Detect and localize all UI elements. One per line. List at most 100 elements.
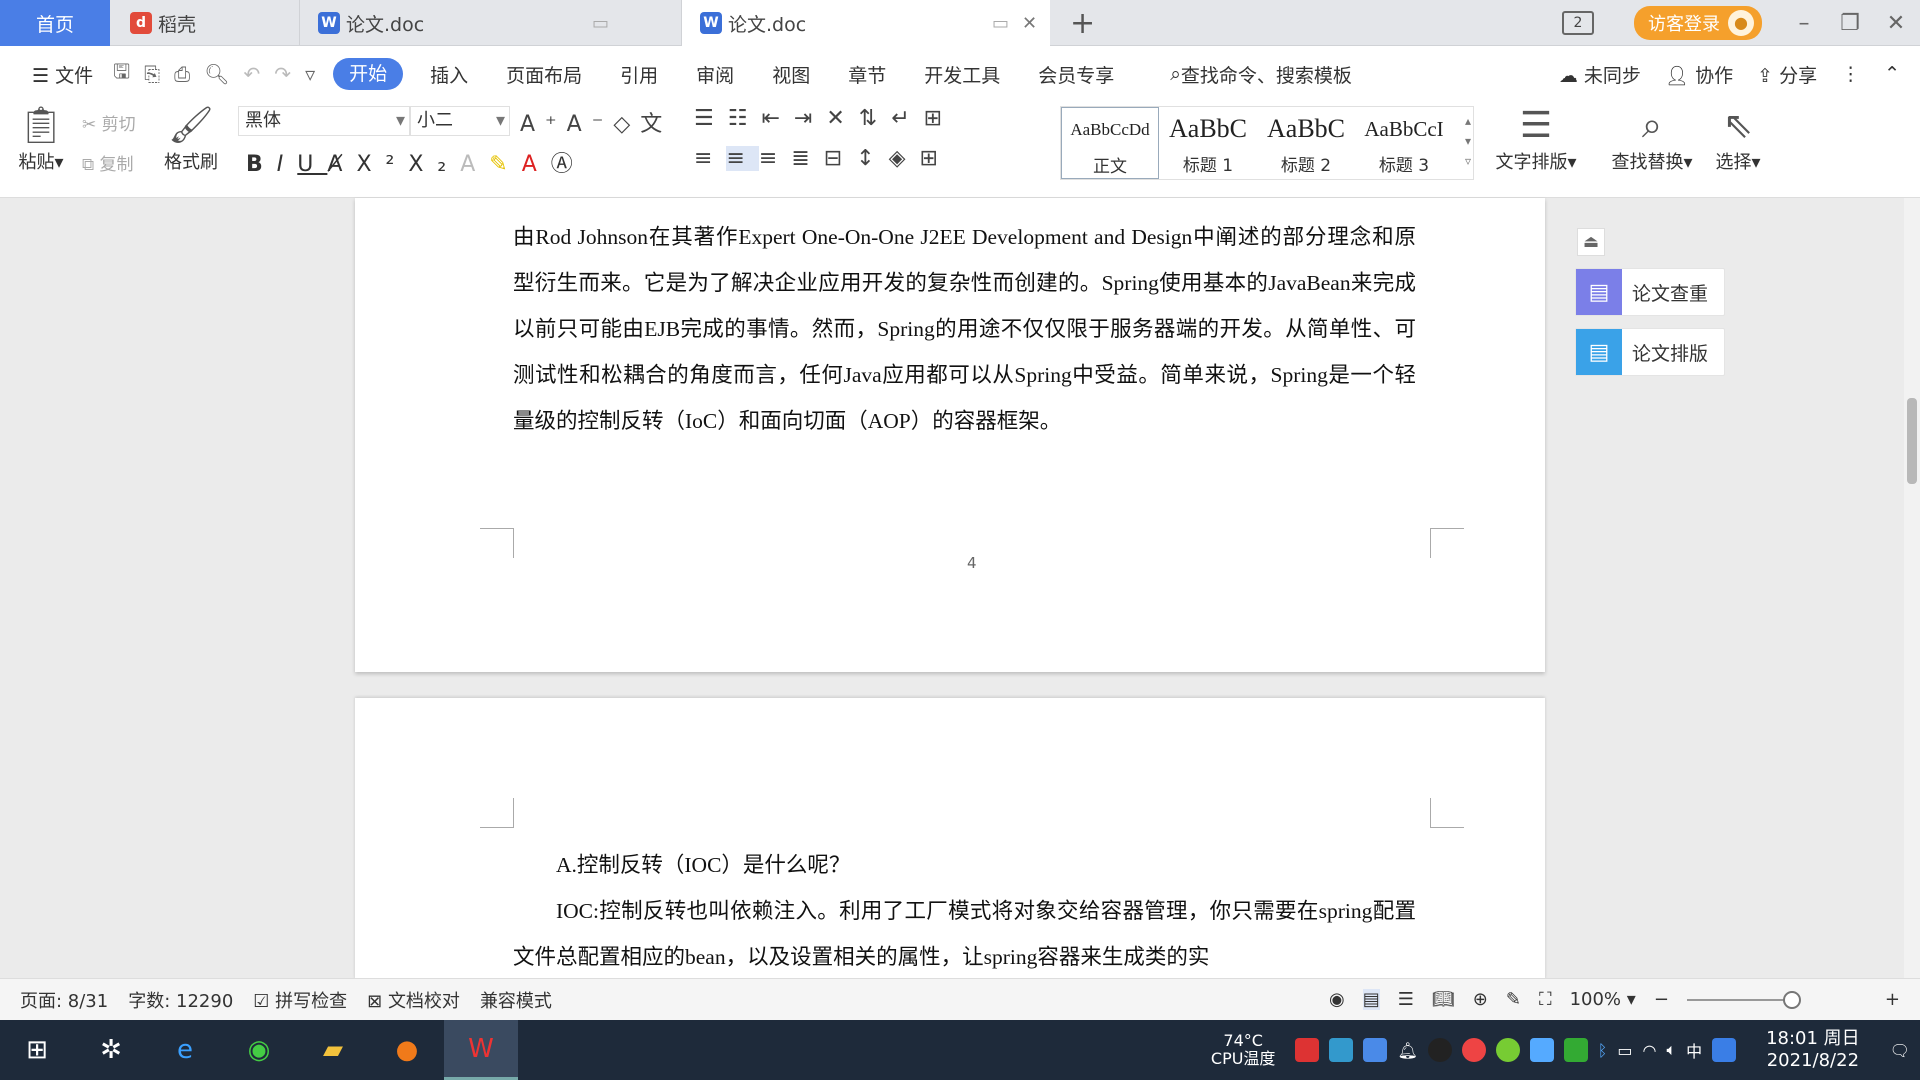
format-painter-button[interactable]: 🖌︎ 格式刷 <box>160 104 222 174</box>
windows-start-icon[interactable]: ⊞ <box>0 1020 74 1080</box>
ime-indicator[interactable]: 中 <box>1686 1038 1702 1062</box>
paper-layout-button[interactable]: ▤ 论文排版 <box>1575 328 1725 376</box>
ribbon-tab-start[interactable]: 开始 <box>333 58 404 90</box>
line-spacing-icon[interactable]: ↕ <box>856 146 888 171</box>
shading-icon[interactable]: ◈ <box>889 146 920 171</box>
ie-browser-icon[interactable]: e <box>148 1020 222 1080</box>
strikethrough-icon[interactable]: Ⱥ <box>327 152 356 177</box>
tab-document-2[interactable]: W 论文.doc ▭ ✕ <box>682 0 1050 46</box>
redo-icon[interactable]: ↷ <box>274 62 291 86</box>
file-explorer-icon[interactable]: ▰ <box>296 1020 370 1080</box>
tab-document-1[interactable]: W 论文.doc ▭ <box>300 0 682 46</box>
copy-button[interactable]: ⧉ 复制 <box>82 150 134 175</box>
close-window-button[interactable]: ✕ <box>1874 11 1918 36</box>
distribute-icon[interactable]: ⊟ <box>824 146 856 171</box>
collapse-ribbon-icon[interactable]: ⌃ <box>1884 63 1900 85</box>
tab-daoke[interactable]: d 稻壳 <box>110 0 300 46</box>
ribbon-tab-member[interactable]: 会员专享 <box>1019 61 1133 88</box>
zoom-in-icon[interactable]: + <box>1885 989 1900 1010</box>
show-marks-icon[interactable]: ↵ <box>891 106 923 131</box>
font-color-icon[interactable]: A <box>522 152 551 177</box>
ribbon-tab-developer[interactable]: 开发工具 <box>905 61 1019 88</box>
collab-button[interactable]: 👤︎ 协作 <box>1665 61 1733 88</box>
panel-collapse-icon[interactable]: ⏏ <box>1577 228 1605 256</box>
numbered-list-icon[interactable]: ☷ <box>728 106 762 131</box>
orange-app-icon[interactable]: ● <box>370 1020 444 1080</box>
sort-icon[interactable]: ⇅ <box>859 106 891 131</box>
bold-icon[interactable]: B <box>246 152 277 177</box>
share-button[interactable]: ⇪ 分享 <box>1757 61 1817 88</box>
ribbon-tab-references[interactable]: 引用 <box>601 61 677 88</box>
fit-page-icon[interactable]: ⛶ <box>1539 989 1552 1010</box>
nvidia-icon[interactable] <box>1563 1038 1588 1062</box>
increase-indent-icon[interactable]: ⇥ <box>794 106 826 131</box>
document-page-4[interactable]: 由Rod Johnson在其著作Expert One-On-One J2EE D… <box>355 198 1545 672</box>
underline-icon[interactable]: U <box>297 152 327 177</box>
justify-icon[interactable]: ≣ <box>791 146 823 171</box>
style-normal[interactable]: AaBbCcDd 正文 <box>1061 107 1159 179</box>
style-scroll-icon[interactable]: ▴ ▾ ▿ <box>1465 111 1471 171</box>
fan-app-icon[interactable]: ✲ <box>74 1020 148 1080</box>
align-right-icon[interactable]: ≡ <box>759 146 791 171</box>
subscript-icon[interactable]: X₂ <box>408 152 460 177</box>
qq-icon[interactable] <box>1427 1038 1452 1062</box>
new-tab-button[interactable]: + <box>1070 6 1095 41</box>
chinese-layout-icon[interactable]: ✕ <box>826 106 858 131</box>
ribbon-tab-review[interactable]: 审阅 <box>677 61 753 88</box>
text-effect-icon[interactable]: A <box>460 152 489 177</box>
body-paragraph[interactable]: IOC:控制反转也叫依赖注入。利用了工厂模式将对象交给容器管理，你只需要在spr… <box>513 888 1416 980</box>
font-size-select[interactable]: 小二 ▾ <box>410 106 510 136</box>
style-heading-2[interactable]: AaBbC 标题 2 <box>1257 107 1355 179</box>
ime-app-icon[interactable] <box>1712 1038 1737 1062</box>
style-heading-3[interactable]: AaBbCcI 标题 3 <box>1355 107 1453 179</box>
cut-button[interactable]: ✂ 剪切 <box>82 110 136 135</box>
green-browser-icon[interactable]: ◉ <box>222 1020 296 1080</box>
minimize-button[interactable]: – <box>1782 11 1826 36</box>
ribbon-tab-insert[interactable]: 插入 <box>411 61 487 88</box>
zoom-slider[interactable] <box>1686 990 1801 1009</box>
ribbon-tab-page-layout[interactable]: 页面布局 <box>487 61 601 88</box>
file-menu[interactable]: ☰ 文件 <box>22 61 103 88</box>
tab-home[interactable]: 首页 <box>0 0 110 46</box>
word-count[interactable]: 字数: 12290 <box>128 987 233 1013</box>
paste-button[interactable]: 📋︎ 粘贴▾ <box>16 104 66 174</box>
notification-icon[interactable]: 🗨︎ <box>1890 1041 1910 1060</box>
page-view-icon[interactable]: ▤ <box>1362 989 1380 1010</box>
ribbon-tab-view[interactable]: 视图 <box>753 61 829 88</box>
document-page-5[interactable]: A.控制反转（IOC）是什么呢？ IOC:控制反转也叫依赖注入。利用了工厂模式将… <box>355 698 1545 980</box>
tray-app-icon[interactable] <box>1295 1038 1320 1062</box>
select-button[interactable]: ⇖ 选择▾ <box>1710 104 1766 174</box>
save-icon[interactable]: 🖫 <box>113 57 130 91</box>
restore-button[interactable]: ❐ <box>1828 11 1872 36</box>
battery-icon[interactable]: ▭ <box>1617 1041 1632 1060</box>
zoom-level[interactable]: 100% ▾ <box>1570 989 1636 1010</box>
pen-icon[interactable]: ✎ <box>1506 989 1521 1010</box>
align-left-icon[interactable]: ≡ <box>694 146 726 171</box>
phonetic-icon[interactable]: 文 <box>640 112 672 137</box>
proofread-button[interactable]: ⊠ 文档校对 <box>367 987 460 1013</box>
clock[interactable]: 18:01 周日 2021/8/22 <box>1766 1028 1860 1072</box>
cpu-temp-widget[interactable]: 74°C CPU温度 <box>1211 1032 1276 1068</box>
command-search[interactable]: ⌕ 查找命令、搜索模板 <box>1151 61 1371 88</box>
tab-stop-icon[interactable]: ⊞ <box>924 106 956 131</box>
style-heading-1[interactable]: AaBbC 标题 1 <box>1159 107 1257 179</box>
font-family-select[interactable]: 黑体 ▾ <box>238 106 410 136</box>
web-view-icon[interactable]: ⊕ <box>1473 989 1488 1010</box>
wps-taskbar-icon[interactable]: W <box>444 1020 518 1080</box>
char-border-icon[interactable]: Ⓐ <box>551 152 587 177</box>
vertical-scrollbar[interactable] <box>1904 198 1920 978</box>
shrink-font-icon[interactable]: A⁻ <box>567 112 614 137</box>
text-layout-button[interactable]: ☰ 文字排版▾ <box>1494 104 1578 174</box>
wifi-icon[interactable]: ◠ <box>1642 1041 1656 1060</box>
zoom-slider-knob[interactable] <box>1782 990 1801 1009</box>
decrease-indent-icon[interactable]: ⇤ <box>761 106 793 131</box>
tray-app-icon[interactable] <box>1529 1038 1554 1062</box>
body-paragraph[interactable]: 由Rod Johnson在其著作Expert One-On-One J2EE D… <box>513 214 1416 444</box>
page-indicator[interactable]: 页面: 8/31 <box>20 987 108 1013</box>
print-icon[interactable]: ⎙ <box>174 62 190 86</box>
clear-format-icon[interactable]: ◇ <box>613 112 640 137</box>
bell-icon[interactable]: 🔔︎ <box>1397 1041 1417 1060</box>
zoom-out-icon[interactable]: − <box>1654 989 1669 1010</box>
tray-app-icon[interactable] <box>1329 1038 1354 1062</box>
shield-icon[interactable] <box>1363 1038 1388 1062</box>
